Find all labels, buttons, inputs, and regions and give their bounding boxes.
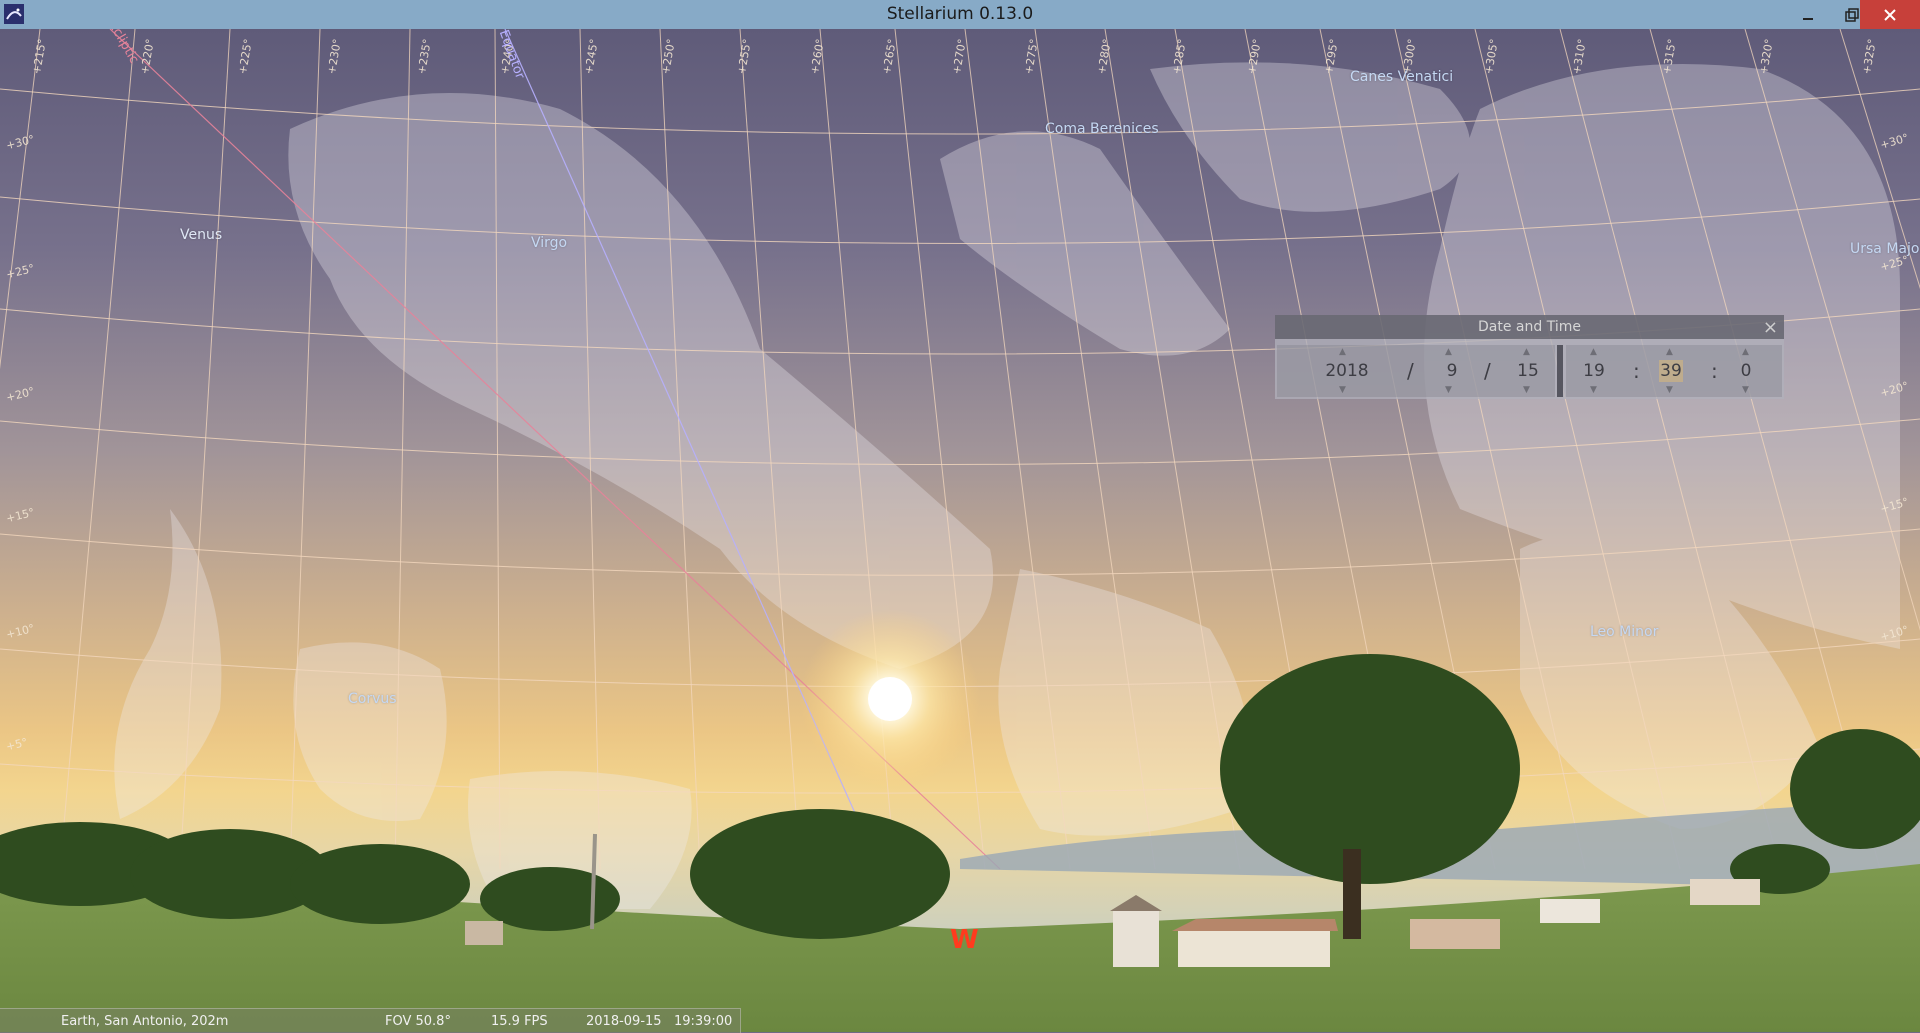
constellation-label-ursa-major[interactable]: Ursa Major bbox=[1850, 241, 1920, 257]
dialog-body: ▲ 2018 ▼ / ▲ 9 ▼ / ▲ 15 ▼ ▲ 19 ▼ : ▲ 39 … bbox=[1275, 339, 1784, 399]
cardinal-west: W bbox=[950, 925, 979, 955]
close-icon: × bbox=[1762, 317, 1778, 338]
hour-down-arrow-icon[interactable]: ▼ bbox=[1590, 385, 1597, 395]
minimize-icon bbox=[1803, 17, 1813, 20]
month-down-arrow-icon[interactable]: ▼ bbox=[1445, 385, 1452, 395]
time-separator: : bbox=[1711, 359, 1718, 383]
status-location[interactable]: Earth, San Antonio, 202m bbox=[61, 1014, 228, 1029]
constellation-art bbox=[114, 62, 1900, 909]
year-down-arrow-icon[interactable]: ▼ bbox=[1339, 385, 1346, 395]
dialog-title-bar[interactable]: Date and Time × bbox=[1275, 315, 1784, 339]
close-button[interactable] bbox=[1860, 0, 1920, 29]
status-fov: FOV 50.8° bbox=[385, 1014, 451, 1029]
status-datetime[interactable]: 2018-09-15 19:39:00 bbox=[586, 1014, 732, 1029]
status-bar: Earth, San Antonio, 202m FOV 50.8° 15.9 … bbox=[0, 1008, 741, 1033]
restore-icon bbox=[1845, 7, 1859, 22]
constellation-label-leo-minor[interactable]: Leo Minor bbox=[1590, 624, 1658, 640]
date-group: ▲ 2018 ▼ / ▲ 9 ▼ / ▲ 15 ▼ bbox=[1277, 345, 1555, 397]
date-separator: / bbox=[1407, 359, 1414, 383]
dialog-close-button[interactable]: × bbox=[1763, 316, 1778, 340]
second-down-arrow-icon[interactable]: ▼ bbox=[1742, 385, 1749, 395]
time-group: ▲ 19 ▼ : ▲ 39 ▼ : ▲ 0 ▼ bbox=[1566, 345, 1782, 397]
date-separator: / bbox=[1484, 359, 1491, 383]
constellation-label-corvus[interactable]: Corvus bbox=[348, 691, 397, 707]
sky-scene bbox=[0, 29, 1920, 1032]
date-time-divider bbox=[1557, 345, 1563, 397]
title-bar: Stellarium 0.13.0 bbox=[0, 0, 1920, 29]
dialog-title: Date and Time bbox=[1478, 319, 1581, 335]
window-title: Stellarium 0.13.0 bbox=[886, 4, 1034, 24]
minute-down-arrow-icon[interactable]: ▼ bbox=[1666, 385, 1673, 395]
time-separator: : bbox=[1633, 359, 1640, 383]
date-time-dialog: Date and Time × ▲ 2018 ▼ / ▲ 9 ▼ / ▲ 15 … bbox=[1275, 315, 1784, 399]
day-down-arrow-icon[interactable]: ▼ bbox=[1523, 385, 1530, 395]
planet-label-venus[interactable]: Venus bbox=[180, 227, 222, 243]
minimize-button[interactable] bbox=[1786, 0, 1830, 29]
constellation-label-canes-venatici[interactable]: Canes Venatici bbox=[1350, 69, 1453, 85]
sky-view[interactable]: +5° +10° +15° +20° +25° +30° +15° +20° +… bbox=[0, 29, 1920, 1032]
close-icon bbox=[1884, 8, 1896, 21]
constellation-label-coma-berenices[interactable]: Coma Berenices bbox=[1045, 121, 1159, 137]
month-spinbox[interactable]: 9 bbox=[1427, 345, 1477, 397]
year-spinbox[interactable]: 2018 bbox=[1297, 345, 1397, 397]
minute-up-arrow-icon[interactable]: ▲ bbox=[1666, 347, 1673, 357]
minute-spinbox[interactable]: 39 bbox=[1659, 360, 1683, 382]
constellation-label-virgo[interactable]: Virgo bbox=[531, 235, 567, 251]
status-fps: 15.9 FPS bbox=[491, 1014, 548, 1029]
